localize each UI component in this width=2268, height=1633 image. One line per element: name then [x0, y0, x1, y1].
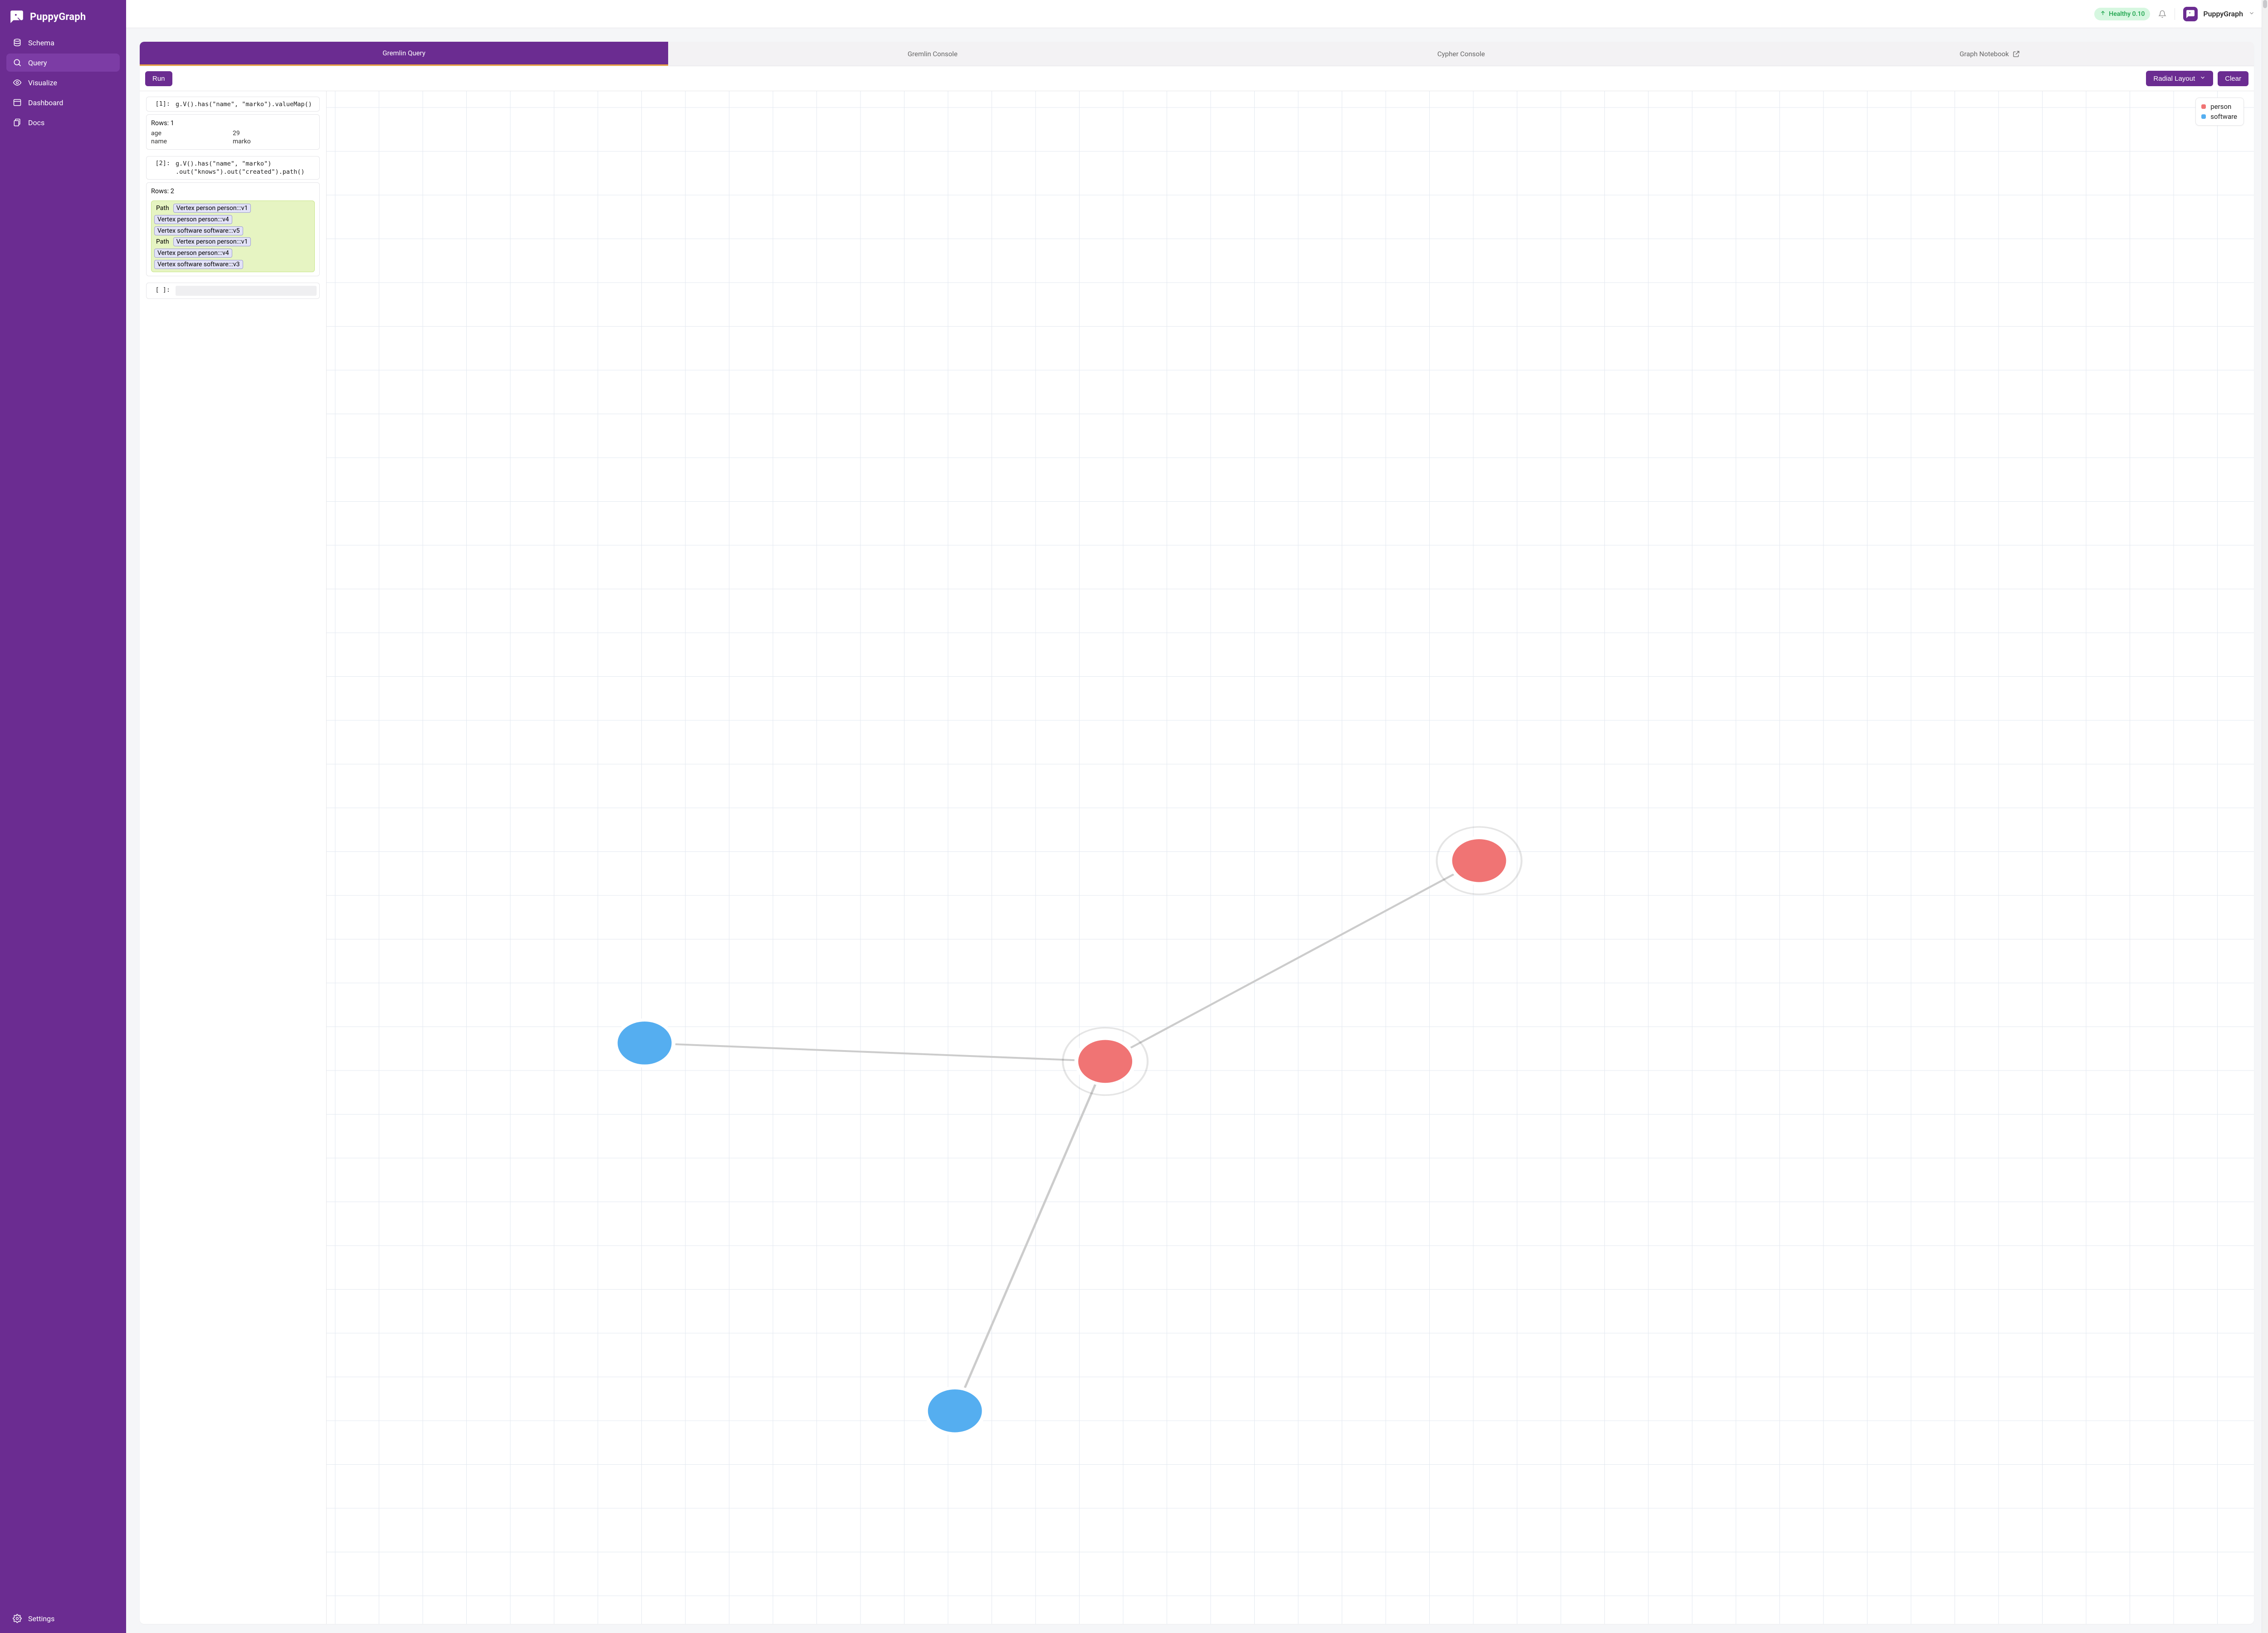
- user-name: PuppyGraph: [2203, 10, 2243, 18]
- path-result: Path Vertex person person:::v1 Vertex pe…: [151, 200, 315, 272]
- gear-icon: [13, 1614, 22, 1623]
- tab-graph-notebook[interactable]: Graph Notebook: [1725, 42, 2254, 66]
- path-row: Path Vertex person person:::v1 Vertex pe…: [154, 237, 312, 269]
- legend-swatch: [2201, 104, 2206, 109]
- docs-icon: [13, 118, 22, 127]
- run-button[interactable]: Run: [145, 71, 172, 86]
- sidebar-item-label: Schema: [28, 39, 54, 47]
- cell-index: [ ]:: [147, 286, 172, 293]
- chevron-down-icon: [2248, 10, 2255, 18]
- tab-label: Gremlin Console: [908, 50, 958, 58]
- result-rows: Rows: 1: [151, 117, 315, 130]
- graph-node[interactable]: [1076, 1038, 1134, 1084]
- brand: PuppyGraph: [6, 5, 120, 34]
- sidebar-item-label: Query: [28, 59, 47, 67]
- layout-select[interactable]: Radial Layout: [2146, 71, 2213, 86]
- sidebar-item-label: Dashboard: [28, 98, 63, 107]
- brand-logo-icon: [9, 9, 24, 24]
- status-text: Healthy 0.10: [2109, 10, 2145, 18]
- sidebar: PuppyGraph Schema Query Visualize: [0, 0, 126, 1633]
- scrollbar-thumb[interactable]: [2263, 0, 2267, 8]
- cell-input[interactable]: [1]: g.V().has("name", "marko").valueMap…: [146, 97, 320, 112]
- cell-result: Rows: 2 Path Vertex person person:::v1 V…: [146, 182, 320, 276]
- cell-index: [2]:: [147, 159, 172, 167]
- vertex-chip[interactable]: Vertex software software:::v5: [154, 226, 243, 235]
- legend-swatch: [2201, 114, 2206, 119]
- cell-code: g.V().has("name", "marko") .out("knows")…: [176, 159, 317, 176]
- graph-node[interactable]: [926, 1388, 983, 1434]
- vertex-chip[interactable]: Vertex person person:::v1: [173, 237, 251, 246]
- path-row: Path Vertex person person:::v1 Vertex pe…: [154, 204, 312, 235]
- topbar: Healthy 0.10 PuppyGraph: [126, 0, 2268, 28]
- scrollbar[interactable]: [2262, 0, 2268, 1633]
- sidebar-item-query[interactable]: Query: [6, 54, 120, 72]
- user-menu[interactable]: PuppyGraph: [2183, 7, 2255, 21]
- result-rows: Rows: 2: [151, 186, 315, 198]
- brand-name: PuppyGraph: [30, 11, 86, 23]
- tabs: Gremlin Query Gremlin Console Cypher Con…: [140, 42, 2254, 66]
- sidebar-item-dashboard[interactable]: Dashboard: [6, 93, 120, 112]
- vertex-chip[interactable]: Vertex person person:::v1: [173, 204, 251, 213]
- arrow-up-icon: [2100, 10, 2106, 18]
- sidebar-item-schema[interactable]: Schema: [6, 34, 120, 52]
- sidebar-item-label: Visualize: [28, 78, 57, 87]
- sidebar-item-label: Docs: [28, 118, 44, 127]
- tab-label: Gremlin Query: [382, 49, 425, 57]
- tab-cypher-console[interactable]: Cypher Console: [1197, 42, 1725, 66]
- cell: [2]: g.V().has("name", "marko") .out("kn…: [146, 156, 320, 276]
- graph-canvas[interactable]: person software: [327, 91, 2254, 1624]
- vertex-chip[interactable]: Vertex person person:::v4: [154, 249, 232, 258]
- search-icon: [13, 58, 22, 67]
- avatar-icon: [2183, 7, 2198, 21]
- cell: [ ]:: [146, 283, 320, 299]
- toolbar: Run Radial Layout Clear: [140, 66, 2254, 91]
- legend-item: software: [2201, 112, 2237, 122]
- code-input[interactable]: [176, 286, 317, 296]
- cell-input[interactable]: [2]: g.V().has("name", "marko") .out("kn…: [146, 156, 320, 179]
- legend-item: person: [2201, 102, 2237, 112]
- path-label: Path: [154, 204, 171, 212]
- vertex-chip[interactable]: Vertex person person:::v4: [154, 215, 232, 224]
- chevron-down-icon: [2200, 74, 2206, 83]
- path-label: Path: [154, 238, 171, 246]
- database-icon: [13, 38, 22, 47]
- cell-index: [1]:: [147, 100, 172, 108]
- cell-input[interactable]: [ ]:: [146, 283, 320, 299]
- external-link-icon: [2013, 50, 2020, 58]
- cell-result: Rows: 1 age29 namemarko: [146, 114, 320, 150]
- sidebar-item-label: Settings: [28, 1614, 54, 1623]
- tab-gremlin-console[interactable]: Gremlin Console: [668, 42, 1197, 66]
- legend-label: software: [2210, 112, 2237, 121]
- sidebar-item-settings[interactable]: Settings: [6, 1609, 120, 1628]
- tab-label: Cypher Console: [1437, 50, 1485, 58]
- kv-table: age29 namemarko: [151, 130, 315, 146]
- legend: person software: [2195, 98, 2244, 126]
- clear-button[interactable]: Clear: [2218, 71, 2248, 86]
- legend-label: person: [2210, 103, 2231, 111]
- graph-node[interactable]: [616, 1020, 673, 1066]
- status-badge: Healthy 0.10: [2094, 8, 2150, 20]
- kv-val: 29: [233, 130, 240, 138]
- tab-gremlin-query[interactable]: Gremlin Query: [140, 42, 668, 66]
- nav: Schema Query Visualize Dashboard: [6, 34, 120, 132]
- eye-icon: [13, 78, 22, 87]
- graph-svg: [327, 91, 2254, 1624]
- tab-label: Graph Notebook: [1960, 50, 2009, 58]
- query-panel: Gremlin Query Gremlin Console Cypher Con…: [140, 42, 2254, 1624]
- cell-code: g.V().has("name", "marko").valueMap(): [176, 100, 317, 108]
- kv-key: age: [151, 130, 233, 138]
- layout-label: Radial Layout: [2153, 75, 2195, 83]
- sidebar-item-visualize[interactable]: Visualize: [6, 73, 120, 92]
- kv-key: name: [151, 138, 233, 146]
- vertex-chip[interactable]: Vertex software software:::v3: [154, 260, 243, 269]
- bell-icon[interactable]: [2158, 10, 2166, 18]
- kv-val: marko: [233, 138, 251, 146]
- cells-pane: [1]: g.V().has("name", "marko").valueMap…: [140, 91, 327, 1624]
- dashboard-icon: [13, 98, 22, 107]
- graph-node[interactable]: [1450, 838, 1508, 884]
- cell: [1]: g.V().has("name", "marko").valueMap…: [146, 97, 320, 150]
- sidebar-item-docs[interactable]: Docs: [6, 113, 120, 132]
